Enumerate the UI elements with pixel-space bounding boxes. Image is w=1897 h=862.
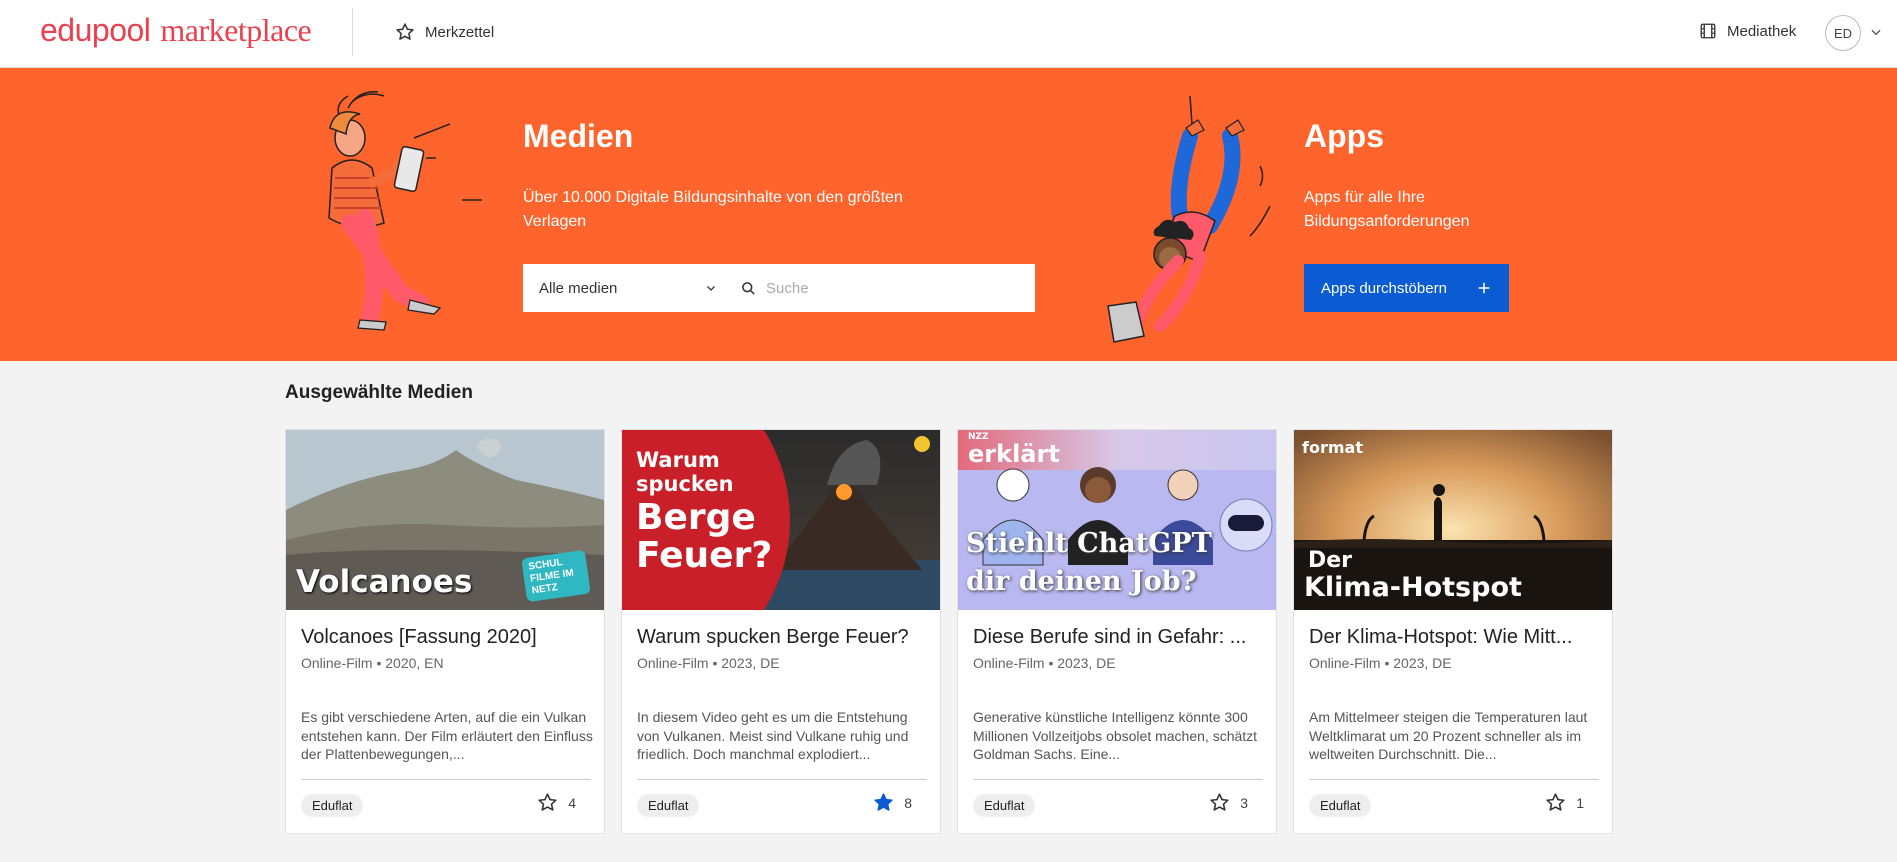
media-card[interactable]: format Der Klima-Hotspot Der Klima-Hotsp… (1293, 429, 1613, 834)
thumbnail-text-line: Berge (636, 497, 756, 538)
search-icon (742, 281, 755, 295)
media-card-thumbnail: Warum spucken Berge Feuer? (622, 430, 940, 610)
star-filled-icon (874, 793, 893, 811)
top-navigation-bar: edupool marketplace Merkzettel Mediathek … (0, 0, 1897, 68)
film-icon (1700, 23, 1716, 39)
provider-tag: Eduflat (973, 794, 1036, 817)
media-card-thumbnail: Volcanoes SCHUL FILME IM NETZ (286, 430, 604, 610)
browse-apps-label: Apps durchstöbern (1321, 279, 1447, 297)
media-card-meta: Online-Film • 2020, EN (301, 655, 444, 671)
chevron-down-icon (707, 286, 715, 291)
provider-tag: Eduflat (1309, 794, 1372, 817)
person-with-laptop-illustration (1107, 95, 1271, 343)
favorite-count: 4 (568, 794, 576, 811)
media-card-thumbnail: format Der Klima-Hotspot (1294, 430, 1612, 610)
thumbnail-brand: erklärt (968, 440, 1060, 468)
card-divider (637, 779, 927, 780)
media-card[interactable]: Volcanoes SCHUL FILME IM NETZ Volcanoes … (285, 429, 605, 834)
media-section-description: Über 10.000 Digitale Bildungsinhalte von… (523, 189, 903, 230)
star-outline-icon (538, 793, 557, 811)
media-card-title: Volcanoes [Fassung 2020] (301, 626, 537, 648)
thumbnail-title-text: Volcanoes (296, 564, 473, 600)
featured-media-heading: Ausgewählte Medien (285, 382, 473, 403)
media-card-title: Der Klima-Hotspot: Wie Mitt... (1309, 626, 1573, 648)
card-divider (301, 779, 591, 780)
logo-edupool-text: edupool (40, 12, 151, 48)
browse-apps-button[interactable]: Apps durchstöbern (1304, 264, 1509, 312)
chevron-down-icon[interactable] (1869, 25, 1883, 39)
favorite-count: 3 (1240, 794, 1248, 811)
star-outline-icon (1210, 793, 1229, 811)
thumbnail-brand: format (1302, 438, 1363, 457)
thumbnail-text-line: spucken (636, 472, 734, 496)
favorite-button[interactable]: 8 (873, 792, 912, 813)
mediathek-link[interactable]: Mediathek (1699, 22, 1796, 40)
bookmarks-link[interactable]: Merkzettel (395, 22, 494, 42)
user-avatar[interactable]: ED (1825, 15, 1861, 51)
media-card-meta: Online-Film • 2023, DE (637, 655, 780, 671)
favorite-button[interactable]: 3 (1209, 792, 1248, 813)
card-divider (973, 779, 1263, 780)
media-type-dropdown[interactable]: Alle medien (523, 264, 733, 312)
thumbnail-text-line: dir deinen Job? (966, 566, 1197, 597)
media-card-title: Warum spucken Berge Feuer? (637, 626, 909, 648)
media-card-description: Am Mittelmeer steigen die Temperaturen l… (1309, 709, 1588, 762)
schulfilme-badge: SCHUL FILME IM NETZ (521, 549, 591, 603)
star-outline-icon (396, 23, 414, 40)
media-card[interactable]: Warum spucken Berge Feuer? Warum spucken… (621, 429, 941, 834)
apps-section-title: Apps (1304, 118, 1384, 154)
media-card-thumbnail: NZZ erklärt Stiehlt ChatGPT dir deinen J… (958, 430, 1276, 610)
media-card-description: In diesem Video geht es um die Entstehun… (637, 709, 909, 762)
favorite-count: 8 (904, 794, 912, 811)
thumbnail-text-line: Klima-Hotspot (1304, 572, 1522, 603)
plus-icon (1478, 282, 1490, 294)
search-field-wrapper (733, 264, 1035, 312)
favorite-count: 1 (1576, 794, 1584, 811)
provider-tag: Eduflat (301, 794, 364, 817)
media-search-bar: Alle medien (523, 264, 1035, 312)
media-section-title: Medien (523, 118, 634, 154)
edupool-marketplace-logo[interactable]: edupool marketplace (40, 12, 312, 49)
star-outline-icon (1546, 793, 1565, 811)
person-with-tablet-illustration (328, 91, 482, 331)
media-card-meta: Online-Film • 2023, DE (973, 655, 1116, 671)
thumbnail-text-line: Warum (636, 448, 720, 472)
favorite-button[interactable]: 4 (537, 792, 576, 813)
thumbnail-text-line: Stiehlt ChatGPT (966, 528, 1212, 559)
hero-banner: Medien Über 10.000 Digitale Bildungsinha… (0, 68, 1897, 361)
media-card-title: Diese Berufe sind in Gefahr: ... (973, 626, 1247, 648)
mediathek-label: Mediathek (1727, 22, 1797, 40)
bookmarks-label: Merkzettel (425, 23, 495, 41)
media-type-selected: Alle medien (539, 279, 618, 297)
logo-marketplace-text: marketplace (160, 12, 312, 48)
thumbnail-text-line: Feuer? (636, 535, 773, 576)
favorite-button[interactable]: 1 (1545, 792, 1584, 813)
media-card-meta: Online-Film • 2023, DE (1309, 655, 1452, 671)
thumbnail-text-line: Der (1308, 548, 1353, 573)
apps-section-description: Apps für alle Ihre Bildungsanforderungen (1304, 189, 1470, 230)
media-card-description: Generative künstliche Intelligenz könnte… (973, 709, 1258, 762)
media-card-description: Es gibt verschiedene Arten, auf die ein … (301, 709, 593, 762)
card-divider (1309, 779, 1599, 780)
header-divider (352, 8, 353, 56)
search-input[interactable] (766, 279, 996, 297)
provider-tag: Eduflat (637, 794, 700, 817)
media-card[interactable]: NZZ erklärt Stiehlt ChatGPT dir deinen J… (957, 429, 1277, 834)
